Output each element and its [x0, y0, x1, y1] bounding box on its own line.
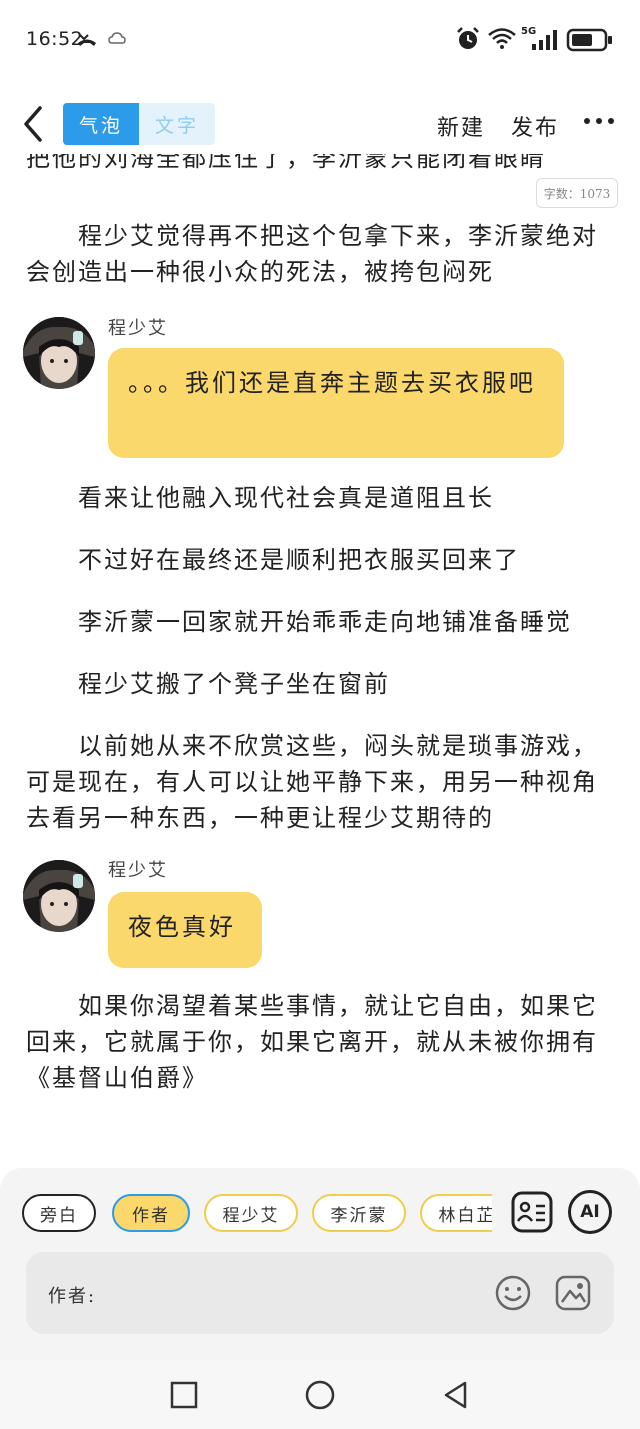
role-chip-list[interactable]: 旁白 作者 程少艾 李沂蒙 林白芷	[20, 1194, 492, 1234]
mode-toggle: 气泡 文字	[63, 103, 215, 145]
story-paragraph: 如果你渴望着某些事情，就让它自由，如果它回来，它就属于你，如果它离开，就从未被你…	[26, 992, 598, 1092]
composer-panel: 旁白 作者 程少艾 李沂蒙 林白芷 AI 作者:	[0, 1168, 640, 1360]
recents-icon[interactable]	[169, 1380, 199, 1410]
signal-icon	[532, 30, 557, 50]
emoji-icon[interactable]	[494, 1274, 532, 1312]
chip-lin-baizhi[interactable]: 林白芷	[420, 1194, 492, 1232]
publish-button[interactable]: 发布	[511, 110, 559, 142]
battery-icon	[566, 28, 612, 52]
message-composer: 作者:	[26, 1252, 614, 1334]
chip-narrator[interactable]: 旁白	[22, 1194, 96, 1232]
system-nav-bar	[0, 1360, 640, 1429]
story-paragraph: 看来让他融入现代社会真是道阻且长	[26, 484, 494, 512]
more-dot-icon	[596, 118, 602, 124]
alarm-icon	[457, 27, 479, 49]
status-time: 16:52	[26, 28, 84, 50]
character-card-button[interactable]	[510, 1190, 554, 1234]
input-speaker-label: 作者:	[48, 1286, 97, 1307]
message-input[interactable]	[100, 1270, 480, 1314]
avatar[interactable]	[23, 860, 95, 932]
avatar-portrait-icon	[23, 860, 95, 932]
dialogue-bubble[interactable]: 夜色真好	[108, 892, 262, 968]
cloud-icon	[108, 32, 126, 44]
more-dot-icon	[584, 118, 590, 124]
story-paragraph: 程少艾觉得再不把这个包拿下来，李沂蒙绝对会创造出一种很小众的死法，被挎包闷死	[26, 222, 598, 286]
missed-call-icon	[78, 33, 96, 46]
top-toolbar: 气泡 文字 新建 发布	[0, 96, 640, 154]
avatar-portrait-icon	[23, 317, 95, 389]
mode-bubble-tab[interactable]: 气泡	[63, 103, 139, 145]
speaker-name: 程少艾	[108, 318, 168, 339]
story-content[interactable]: 把他的刘海全都压住了，李沂蒙只能闭着眼睛 字数：1073 程少艾觉得再不把这个包…	[0, 154, 640, 1164]
new-button[interactable]: 新建	[437, 110, 485, 142]
mode-text-tab[interactable]: 文字	[139, 103, 215, 145]
story-paragraph: 以前她从来不欣赏这些，闷头就是琐事游戏，可是现在，有人可以让她平静下来，用另一种…	[26, 732, 598, 832]
story-paragraph: 李沂蒙一回家就开始乖乖走向地铺准备睡觉	[26, 608, 572, 636]
ai-button[interactable]: AI	[568, 1190, 612, 1234]
word-count-badge: 字数：1073	[536, 178, 618, 208]
back-button[interactable]	[18, 104, 50, 144]
dialogue-bubble[interactable]: 。。。我们还是直奔主题去买衣服吧	[108, 348, 564, 458]
more-options-button[interactable]	[584, 118, 614, 128]
story-paragraph: 程少艾搬了个凳子坐在窗前	[26, 670, 390, 698]
chip-author[interactable]: 作者	[112, 1194, 190, 1232]
image-icon[interactable]	[554, 1274, 592, 1312]
home-icon[interactable]	[304, 1379, 336, 1411]
avatar[interactable]	[23, 317, 95, 389]
story-paragraph: 不过好在最终还是顺利把衣服买回来了	[26, 546, 520, 574]
wifi-icon	[488, 28, 516, 49]
chip-cheng-shaoai[interactable]: 程少艾	[204, 1194, 298, 1232]
story-paragraph: 把他的刘海全都压住了，李沂蒙只能闭着眼睛	[26, 154, 546, 172]
status-bar: 16:52 5G	[0, 0, 640, 80]
more-dot-icon	[608, 118, 614, 124]
back-nav-icon[interactable]	[441, 1380, 471, 1410]
chip-li-yimeng[interactable]: 李沂蒙	[312, 1194, 406, 1232]
speaker-name: 程少艾	[108, 860, 168, 881]
